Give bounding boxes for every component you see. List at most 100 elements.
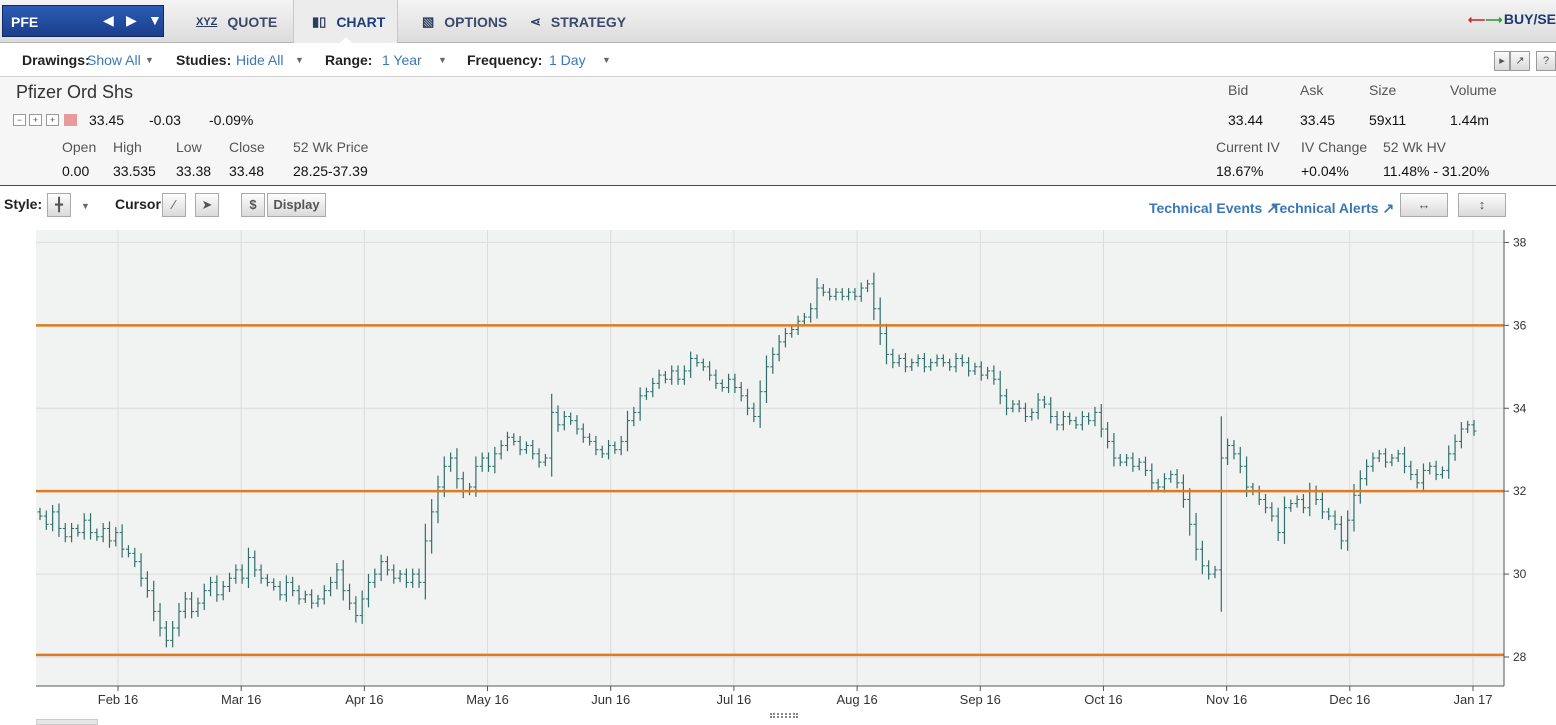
open-label: Open [62,139,97,155]
buy-sell-arrows-icon: ⟵⟶ [1468,13,1503,27]
low-value: 33.38 [176,163,212,179]
y-tick-label: 30 [1513,567,1527,581]
tab-quote[interactable]: XYZ QUOTE [178,0,295,43]
size-label: Size [1369,82,1397,98]
size-value: 59x11 [1369,112,1407,128]
bid-value: 33.44 [1228,112,1264,128]
previous-symbol-icon[interactable]: ◀ [103,12,114,29]
x-tick-label: Oct 16 [1084,692,1122,707]
y-tick-label: 38 [1513,235,1527,249]
open-value: 0.00 [62,163,90,179]
x-tick-label: Feb 16 [98,692,138,707]
quote-summary: Pfizer Ord Shs − + + 33.45 -0.03 -0.09% … [0,77,1556,186]
x-tick-label: Dec 16 [1329,692,1370,707]
technical-alerts-link[interactable]: Technical Alerts ↗ [1272,200,1394,217]
line-cursor-icon[interactable]: ∕ [162,193,186,217]
symbol-dropdown-icon[interactable]: ▼ [148,12,162,28]
style-caret-icon[interactable]: ▼ [81,201,90,211]
frequency-caret-icon[interactable]: ▼ [602,55,611,65]
y-tick-label: 32 [1513,484,1527,498]
bid-label: Bid [1228,82,1249,98]
range-label: Range: [325,52,373,68]
price-change-indicator [64,114,77,126]
price-change-percent: -0.09% [209,112,254,128]
buy-sell-button[interactable]: ⟵⟶ BUY/SEL [1468,11,1556,27]
close-label: Close [229,139,265,155]
high-label: High [113,139,142,155]
current-iv-label: Current IV [1216,139,1280,155]
x-tick-label: Nov 16 [1206,692,1247,707]
plot-area[interactable] [36,230,1504,686]
low-label: Low [176,139,202,155]
chart-resize-grip[interactable] [770,713,798,718]
x-tick-label: Apr 16 [345,692,383,707]
symbol-input[interactable]: PFE ◀ ▶ ▼ [2,5,164,37]
next-symbol-icon[interactable]: ▶ [126,12,137,29]
frequency-label: Frequency: [467,52,543,68]
detach-quote-icon[interactable]: + [46,114,59,126]
collapse-icon[interactable]: ▸ [1494,51,1510,71]
help-icon[interactable]: ? [1536,51,1556,71]
volume-label: Volume [1450,82,1497,98]
price-change: -0.03 [149,112,181,128]
y-tick-label: 36 [1513,318,1527,332]
ohlc-style-icon[interactable]: ╋ [47,193,71,217]
x-axis-ticks: Feb 16 Mar 16 Apr 16 May 16 Jun 16 Jul 16 Aug … [98,686,1493,707]
dollar-button[interactable]: $ [241,193,265,217]
expand-quote-icon[interactable]: + [29,114,42,126]
external-link-icon: ↗ [1382,200,1395,216]
wk52-hv-label: 52 Wk HV [1383,139,1447,155]
studies-label: Studies: [176,52,232,68]
price-chart[interactable]: 28 30 32 34 36 38 Feb 16 Mar 16 Apr 16 May 16 Jun… [0,228,1556,713]
technical-events-label: Technical Events [1149,200,1263,216]
cursor-label: Cursor: [115,196,166,212]
tab-chart-label: CHART [336,13,386,30]
technical-events-link[interactable]: Technical Events ↗ [1149,200,1278,217]
chart-scroll-handle[interactable] [36,719,98,725]
wk52-price-label: 52 Wk Price [293,139,369,155]
expand-vertical-icon[interactable]: ↕ [1458,193,1506,217]
bar-chart-icon: ▮▯ [312,13,327,29]
drawings-dropdown[interactable]: Show All [87,52,141,68]
volume-value: 1.44m [1450,112,1489,128]
current-iv-value: 18.67% [1216,163,1264,179]
tab-chart[interactable]: ▮▯ CHART [293,0,398,44]
xyz-quote-icon: XYZ [196,15,218,28]
iv-change-value: +0.04% [1301,163,1349,179]
chart-toolbar: Style: ╋ ▼ Cursor: ∕ ➤ $ Display Technic… [0,187,1556,227]
x-tick-label: Aug 16 [836,692,877,707]
wk52-price-value: 28.25-37.39 [293,163,368,179]
style-label: Style: [4,196,43,212]
drawings-label: Drawings: [22,52,90,68]
display-button[interactable]: Display [267,193,326,217]
range-dropdown[interactable]: 1 Year [382,52,422,68]
y-tick-label: 28 [1513,650,1527,664]
studies-caret-icon[interactable]: ▼ [295,55,304,65]
collapse-quote-icon[interactable]: − [13,114,26,126]
frequency-dropdown[interactable]: 1 Day [549,52,586,68]
high-value: 33.535 [113,163,156,179]
close-value: 33.48 [229,163,265,179]
chart-settings-toolbar: Drawings: Show All ▼ Studies: Hide All ▼… [0,43,1556,77]
drawings-caret-icon[interactable]: ▼ [145,55,154,65]
y-axis-ticks: 28 30 32 34 36 38 [1504,235,1527,664]
x-tick-label: Jun 16 [591,692,630,707]
popout-icon[interactable]: ↗ [1510,51,1530,71]
tab-options[interactable]: ▧ OPTIONS [404,0,525,43]
pointer-cursor-icon[interactable]: ➤ [195,193,219,217]
iv-change-label: IV Change [1301,139,1368,155]
strategy-icon: ⋖ [530,13,541,29]
x-tick-label: May 16 [466,692,509,707]
top-nav-bar: PFE ◀ ▶ ▼ XYZ QUOTE ▮▯ CHART ▧ OPTIONS ⋖… [0,0,1556,44]
tab-strategy-label: STRATEGY [550,13,627,30]
studies-dropdown[interactable]: Hide All [236,52,283,68]
x-tick-label: Sep 16 [960,692,1001,707]
technical-alerts-label: Technical Alerts [1272,200,1379,216]
ask-value: 33.45 [1300,112,1336,128]
expand-horizontal-icon[interactable]: ↔ [1400,193,1448,217]
x-tick-label: Mar 16 [221,692,261,707]
range-caret-icon[interactable]: ▼ [438,55,447,65]
tab-strategy[interactable]: ⋖ STRATEGY [512,0,644,43]
options-icon: ▧ [422,13,435,29]
buy-sell-label: BUY/SEL [1503,11,1556,27]
